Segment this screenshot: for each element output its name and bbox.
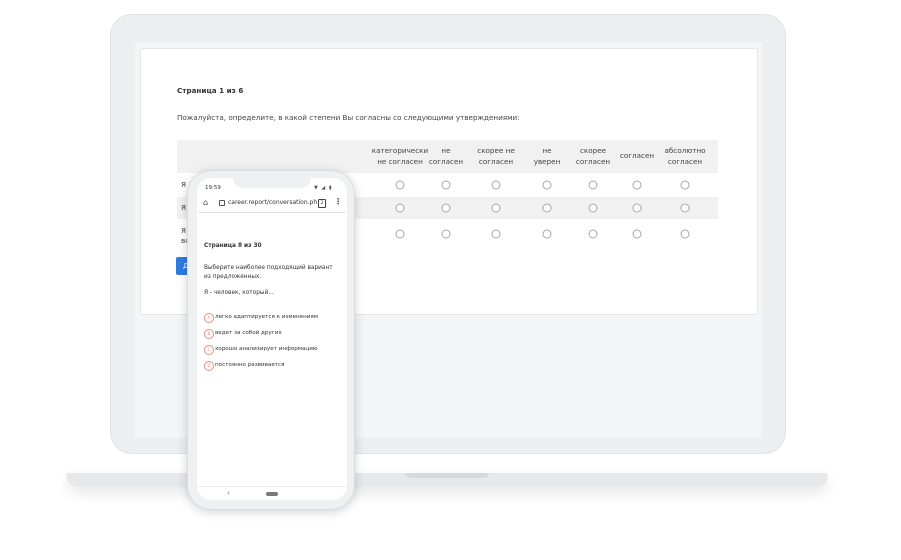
- status-icons: ▼ ◢ ▮: [314, 185, 333, 191]
- radio-button[interactable]: [680, 203, 690, 213]
- radio-button[interactable]: [491, 229, 501, 239]
- column-header: не согласен: [428, 146, 464, 166]
- radio-button[interactable]: [542, 203, 552, 213]
- mobile-page-title: Страница 8 из 30: [204, 243, 262, 249]
- row-label: Я: [181, 203, 186, 212]
- option-letter-circle[interactable]: C: [204, 345, 214, 355]
- back-icon[interactable]: ‹: [227, 489, 230, 497]
- column-header: категорически не согласен: [371, 146, 429, 166]
- option-letter-circle[interactable]: D: [204, 361, 214, 371]
- home-icon[interactable]: ⌂: [203, 198, 208, 207]
- tabs-icon[interactable]: 2: [318, 199, 326, 208]
- column-header: скорее согласен: [575, 146, 611, 166]
- column-header: не уверен: [533, 146, 561, 166]
- option-letter-circle[interactable]: B: [204, 329, 214, 339]
- radio-button[interactable]: [632, 229, 642, 239]
- lock-icon: [219, 200, 225, 206]
- radio-button[interactable]: [441, 203, 451, 213]
- mobile-question: Выберите наиболее подходящий вариант из …: [204, 265, 333, 280]
- column-header: согласен: [619, 151, 655, 160]
- more-menu-icon[interactable]: ⋮: [334, 197, 342, 206]
- radio-button[interactable]: [588, 180, 598, 190]
- row-label: Я: [181, 226, 186, 235]
- page-title: Страница 1 из 6: [177, 86, 244, 95]
- radio-button[interactable]: [395, 180, 405, 190]
- phone-screen: [197, 178, 347, 500]
- option-label[interactable]: хорошо анализирует информацию: [215, 346, 318, 352]
- radio-button[interactable]: [588, 229, 598, 239]
- option-label[interactable]: ведет за собой других: [215, 330, 282, 336]
- radio-button[interactable]: [542, 229, 552, 239]
- option-label[interactable]: легко адаптируется к изменениям: [215, 314, 318, 320]
- radio-button[interactable]: [395, 203, 405, 213]
- phone-notch: [233, 178, 311, 188]
- radio-button[interactable]: [632, 203, 642, 213]
- column-header: абсолютно согласен: [664, 146, 706, 166]
- laptop-base-notch: [405, 473, 489, 478]
- radio-button[interactable]: [588, 203, 598, 213]
- radio-button[interactable]: [632, 180, 642, 190]
- radio-button[interactable]: [491, 203, 501, 213]
- radio-button[interactable]: [542, 180, 552, 190]
- status-time: 19:59: [205, 185, 221, 191]
- column-header: скорее не согласен: [477, 146, 515, 166]
- option-label[interactable]: постоянно развивается: [215, 362, 284, 368]
- home-pill-icon[interactable]: [266, 492, 278, 496]
- question-text: Пожалуйста, определите, в какой степени …: [177, 113, 520, 122]
- radio-button[interactable]: [680, 180, 690, 190]
- mobile-subtitle: Я - человек, который...: [204, 290, 274, 296]
- radio-button[interactable]: [441, 229, 451, 239]
- url-text[interactable]: career.report/conversation.ph: [228, 199, 317, 206]
- row-label: Я: [181, 180, 186, 189]
- radio-button[interactable]: [395, 229, 405, 239]
- radio-button[interactable]: [680, 229, 690, 239]
- option-letter-circle[interactable]: A: [204, 313, 214, 323]
- radio-button[interactable]: [441, 180, 451, 190]
- radio-button[interactable]: [491, 180, 501, 190]
